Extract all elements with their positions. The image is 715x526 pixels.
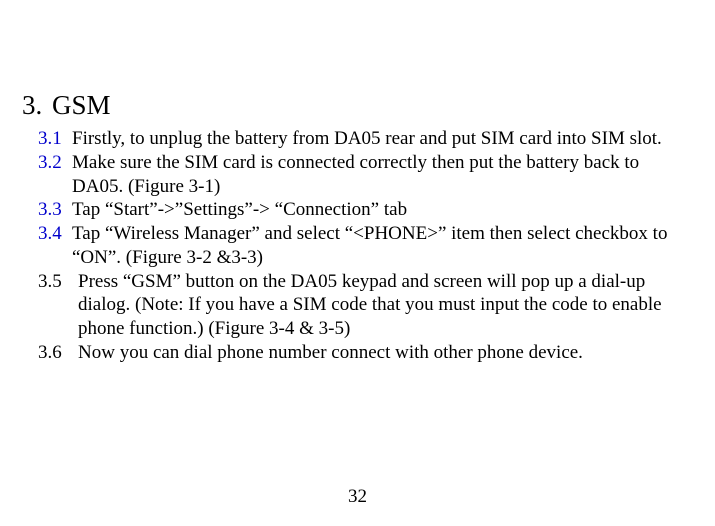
list-item: 3.4 Tap “Wireless Manager” and select “<… bbox=[38, 222, 695, 270]
heading-number: 3. bbox=[22, 90, 52, 121]
section-heading: 3.GSM bbox=[22, 90, 695, 121]
list-item: 3.5 Press “GSM” button on the DA05 keypa… bbox=[38, 270, 695, 341]
item-text: Firstly, to unplug the battery from DA05… bbox=[72, 127, 695, 151]
item-number: 3.6 bbox=[38, 341, 78, 365]
list-item: 3.1 Firstly, to unplug the battery from … bbox=[38, 127, 695, 151]
numbered-list: 3.1 Firstly, to unplug the battery from … bbox=[38, 127, 695, 365]
item-text: Now you can dial phone number connect wi… bbox=[78, 341, 695, 365]
item-number: 3.3 bbox=[38, 198, 72, 222]
list-item: 3.2 Make sure the SIM card is connected … bbox=[38, 151, 695, 199]
item-text: Tap “Wireless Manager” and select “<PHON… bbox=[72, 222, 695, 270]
list-item: 3.3 Tap “Start”->”Settings”-> “Connectio… bbox=[38, 198, 695, 222]
heading-title: GSM bbox=[52, 90, 111, 120]
item-text: Tap “Start”->”Settings”-> “Connection” t… bbox=[72, 198, 695, 222]
list-item: 3.6 Now you can dial phone number connec… bbox=[38, 341, 695, 365]
item-number: 3.2 bbox=[38, 151, 72, 199]
item-number: 3.5 bbox=[38, 270, 78, 341]
item-number: 3.1 bbox=[38, 127, 72, 151]
item-text: Press “GSM” button on the DA05 keypad an… bbox=[78, 270, 695, 341]
item-text: Make sure the SIM card is connected corr… bbox=[72, 151, 695, 199]
item-number: 3.4 bbox=[38, 222, 72, 270]
page-number: 32 bbox=[0, 486, 715, 508]
